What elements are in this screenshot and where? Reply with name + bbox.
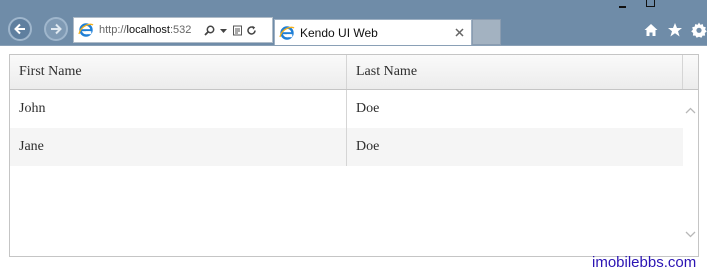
tab-ie-icon xyxy=(279,25,295,41)
cell-first-name[interactable]: John xyxy=(10,90,347,128)
data-grid: First Name Last Name John Doe Jane Doe xyxy=(9,54,699,257)
home-icon[interactable] xyxy=(643,22,659,38)
url-host: localhost xyxy=(126,24,170,36)
compatibility-view-icon[interactable] xyxy=(232,25,243,36)
close-tab-icon[interactable] xyxy=(453,27,465,39)
refresh-icon[interactable] xyxy=(246,25,257,36)
tab-title: Kendo UI Web xyxy=(300,25,378,40)
column-header-first-name[interactable]: First Name xyxy=(10,55,347,89)
cell-last-name[interactable]: Doe xyxy=(347,90,683,128)
scroll-up-icon[interactable] xyxy=(683,102,698,118)
grid-body: John Doe Jane Doe xyxy=(10,90,683,256)
forward-arrow-icon xyxy=(51,23,62,35)
star-icon[interactable] xyxy=(667,22,683,38)
url-port: :532 xyxy=(169,24,192,36)
address-bar[interactable]: http://localhost:532 xyxy=(73,17,273,43)
column-header-last-name[interactable]: Last Name xyxy=(347,55,683,89)
scroll-down-icon[interactable] xyxy=(683,226,698,242)
header-scrollbar-spacer xyxy=(683,55,698,89)
cell-last-name[interactable]: Doe xyxy=(347,128,683,166)
url-scheme: http:// xyxy=(99,24,127,36)
ie-icon xyxy=(78,22,94,38)
back-button[interactable] xyxy=(8,17,32,41)
forward-button[interactable] xyxy=(44,17,68,41)
tab-kendo-ui-web[interactable]: Kendo UI Web xyxy=(274,19,472,45)
cell-first-name[interactable]: Jane xyxy=(10,128,347,166)
search-icon[interactable] xyxy=(204,25,215,36)
back-arrow-icon xyxy=(14,23,25,35)
watermark-text: imobilebbs.com xyxy=(592,254,697,271)
vertical-scrollbar[interactable] xyxy=(683,90,698,256)
minimize-icon[interactable] xyxy=(619,6,626,8)
browser-chrome: http://localhost:532 Kendo UI Web xyxy=(0,0,707,46)
gear-icon[interactable] xyxy=(691,22,707,38)
grid-header: First Name Last Name xyxy=(10,55,698,90)
chrome-divider xyxy=(0,45,707,46)
url-text[interactable]: http://localhost:532 xyxy=(99,24,202,36)
new-tab-button[interactable] xyxy=(472,19,501,45)
table-row[interactable]: Jane Doe xyxy=(10,128,683,166)
table-row[interactable]: John Doe xyxy=(10,90,683,128)
dropdown-arrow-icon[interactable] xyxy=(218,25,229,36)
maximize-icon[interactable] xyxy=(646,0,655,7)
